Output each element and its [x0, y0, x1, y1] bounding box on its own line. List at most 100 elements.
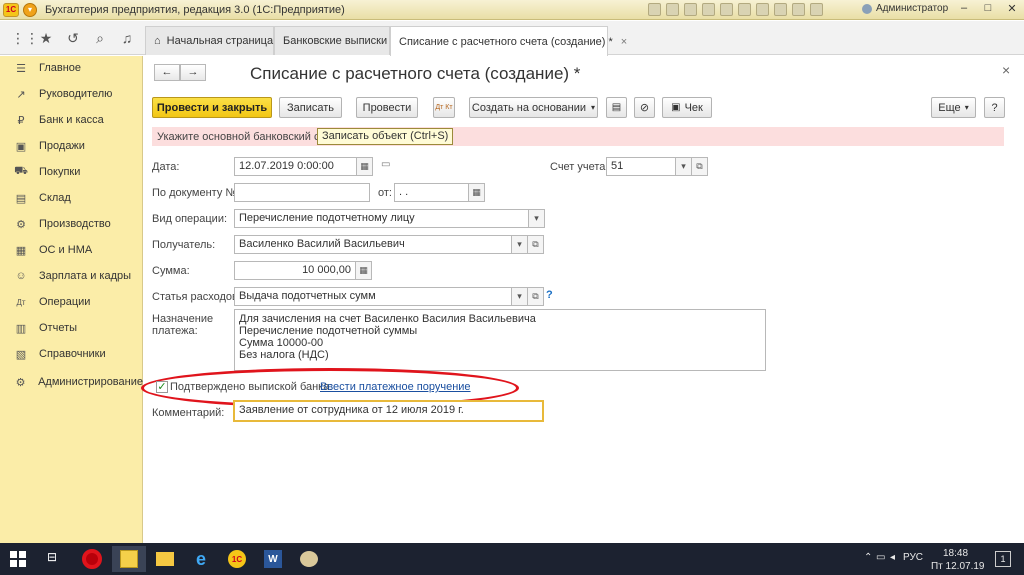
network-icon[interactable]: ▭ — [876, 552, 885, 563]
keyboard-language[interactable]: РУС — [903, 552, 923, 563]
confirmed-checkbox[interactable]: ✓ — [156, 381, 168, 393]
sidebar-item-payroll[interactable]: ☺ Зарплата и кадры — [0, 265, 143, 287]
comment-field[interactable]: Заявление от сотрудника от 12 июля 2019 … — [233, 400, 544, 422]
maximize-button[interactable]: □ — [980, 2, 996, 14]
close-window-button[interactable]: ✕ — [1004, 2, 1020, 15]
ie-browser-icon[interactable]: e — [184, 546, 218, 572]
bell-icon[interactable] — [810, 3, 823, 16]
operation-type-select[interactable]: Перечисление подотчетному лицу — [234, 209, 530, 228]
sidebar-item-administration[interactable]: ⚙ Администрирование — [0, 371, 143, 393]
post-and-close-button[interactable]: Провести и закрыть — [152, 97, 272, 118]
back-button[interactable]: ← — [154, 64, 180, 81]
1c-launcher-icon[interactable]: 1С — [220, 546, 254, 572]
history-icon[interactable]: ↺ — [65, 30, 81, 46]
account-field[interactable]: 51 — [606, 157, 676, 176]
doc-number-field[interactable] — [234, 183, 370, 202]
save-tooltip: Записать объект (Ctrl+S) — [317, 128, 454, 145]
link-icon[interactable] — [702, 3, 715, 16]
sidebar-item-fixed-assets[interactable]: ▦ ОС и НМА — [0, 239, 143, 261]
post-button[interactable]: Провести — [356, 97, 418, 118]
recipient-dropdown-icon[interactable]: ▾ — [511, 235, 528, 254]
volume-icon[interactable]: ◂ — [890, 552, 895, 563]
sidebar-item-main[interactable]: ☰ Главное — [0, 57, 143, 79]
close-form-icon[interactable]: × — [1002, 62, 1010, 78]
apps-grid-icon[interactable]: ⋮⋮ — [11, 30, 39, 46]
calculator-icon[interactable]: ▦ — [355, 261, 372, 280]
date-label: Дата: — [152, 161, 180, 173]
tab-write-off[interactable]: Списание с расчетного счета (создание) *… — [390, 26, 627, 56]
search-icon[interactable]: ⌕ — [92, 30, 108, 46]
minimize-button[interactable]: – — [956, 2, 972, 14]
tray-arrow-icon[interactable]: ⌃ — [864, 552, 872, 563]
calendar-icon[interactable]: ▦ — [356, 157, 373, 176]
current-user[interactable]: Администратор — [862, 3, 948, 14]
comment-label: Комментарий: — [152, 407, 225, 419]
sum-field[interactable]: 10 000,00 — [234, 261, 356, 280]
attachment-icon[interactable]: ⊘ — [634, 97, 655, 118]
receipt-button[interactable]: ▣ Чек — [662, 97, 712, 118]
expense-item-label: Статья расходов: — [152, 291, 241, 303]
expense-item-field[interactable]: Выдача подотчетных сумм — [234, 287, 512, 306]
account-open-icon[interactable]: ⧉ — [691, 157, 708, 176]
notifications-bell-icon[interactable]: ♫ — [119, 30, 135, 46]
tab-home[interactable]: ⌂ Начальная страница — [145, 26, 274, 55]
help-button[interactable]: ? — [984, 97, 1005, 118]
calendar-icon[interactable] — [720, 3, 733, 16]
account-dropdown-icon[interactable]: ▾ — [675, 157, 692, 176]
save-icon[interactable] — [666, 3, 679, 16]
1c-app-icon[interactable] — [112, 546, 146, 572]
save-button[interactable]: Записать — [279, 97, 342, 118]
menu-icon: ☰ — [16, 62, 26, 75]
sidebar-item-manager[interactable]: ↗ Руководителю — [0, 83, 143, 105]
help-question-icon[interactable]: ? — [546, 289, 553, 301]
sidebar-item-warehouse[interactable]: ▤ Склад — [0, 187, 143, 209]
zoom-icon[interactable] — [774, 3, 787, 16]
main-menu-icon[interactable]: ▾ — [23, 2, 37, 17]
sidebar-item-label: Производство — [39, 218, 111, 230]
windows-start-icon[interactable] — [10, 551, 26, 567]
from-date-field[interactable]: . . — [394, 183, 469, 202]
payment-purpose-textarea[interactable]: Для зачисления на счет Василенко Василия… — [234, 309, 766, 371]
date-history-icon[interactable]: ▭ — [381, 159, 390, 170]
mail-icon[interactable] — [684, 3, 697, 16]
memory-minus-icon[interactable] — [756, 3, 769, 16]
enter-payment-order-link[interactable]: Ввести платежное поручение — [320, 381, 471, 393]
doc-number-label: По документу №: — [152, 187, 241, 199]
sidebar-item-catalogs[interactable]: ▧ Справочники — [0, 343, 143, 365]
sidebar-item-reports[interactable]: ▥ Отчеты — [0, 317, 143, 339]
create-based-on-button[interactable]: Создать на основании ▾ — [469, 97, 598, 118]
sidebar-item-sales[interactable]: ▣ Продажи — [0, 135, 143, 157]
task-view-icon[interactable]: ⊟ — [47, 550, 57, 564]
print-icon[interactable] — [648, 3, 661, 16]
calendar-icon[interactable]: ▦ — [468, 183, 485, 202]
expense-dropdown-icon[interactable]: ▾ — [511, 287, 528, 306]
sidebar-item-operations[interactable]: Дт Операции — [0, 291, 143, 313]
opera-app-icon[interactable] — [75, 546, 109, 572]
favorites-star-icon[interactable]: ★ — [38, 30, 54, 46]
word-app-icon[interactable]: W — [256, 546, 290, 572]
dt-kt-icon[interactable]: Дт Кт — [433, 97, 455, 118]
notifications-icon[interactable]: 1 — [995, 551, 1011, 567]
file-explorer-icon[interactable] — [148, 546, 182, 572]
top-navigation: ⋮⋮ ★ ↺ ⌕ ♫ ⌂ Начальная страница Банковск… — [0, 21, 1024, 56]
print-icon[interactable]: ▤ — [606, 97, 627, 118]
sections-sidebar: ☰ Главное ↗ Руководителю ₽ Банк и касса ▣ Пр… — [0, 56, 143, 543]
chevron-down-icon[interactable]: ▾ — [528, 209, 545, 228]
sidebar-item-bank-cash[interactable]: ₽ Банк и касса — [0, 109, 143, 131]
paint-app-icon[interactable] — [292, 546, 326, 572]
info-icon[interactable] — [792, 3, 805, 16]
tab-close-icon[interactable]: × — [621, 36, 627, 48]
sidebar-item-production[interactable]: ⚙ Производство — [0, 213, 143, 235]
date-field[interactable]: 12.07.2019 0:00:00 — [234, 157, 357, 176]
recipient-open-icon[interactable]: ⧉ — [527, 235, 544, 254]
chevron-down-icon: ▾ — [964, 103, 969, 112]
memory-plus-icon[interactable] — [738, 3, 751, 16]
expense-open-icon[interactable]: ⧉ — [527, 287, 544, 306]
more-button[interactable]: Еще ▾ — [931, 97, 976, 118]
page-title: Списание с расчетного счета (создание) * — [250, 64, 581, 83]
sidebar-item-purchases[interactable]: ⛟ Покупки — [0, 161, 143, 183]
forward-button[interactable]: → — [180, 64, 206, 81]
tab-bank-statements[interactable]: Банковские выписки — [274, 26, 390, 55]
clock-date: Пт 12.07.19 — [931, 561, 985, 572]
recipient-field[interactable]: Василенко Василий Васильевич — [234, 235, 512, 254]
